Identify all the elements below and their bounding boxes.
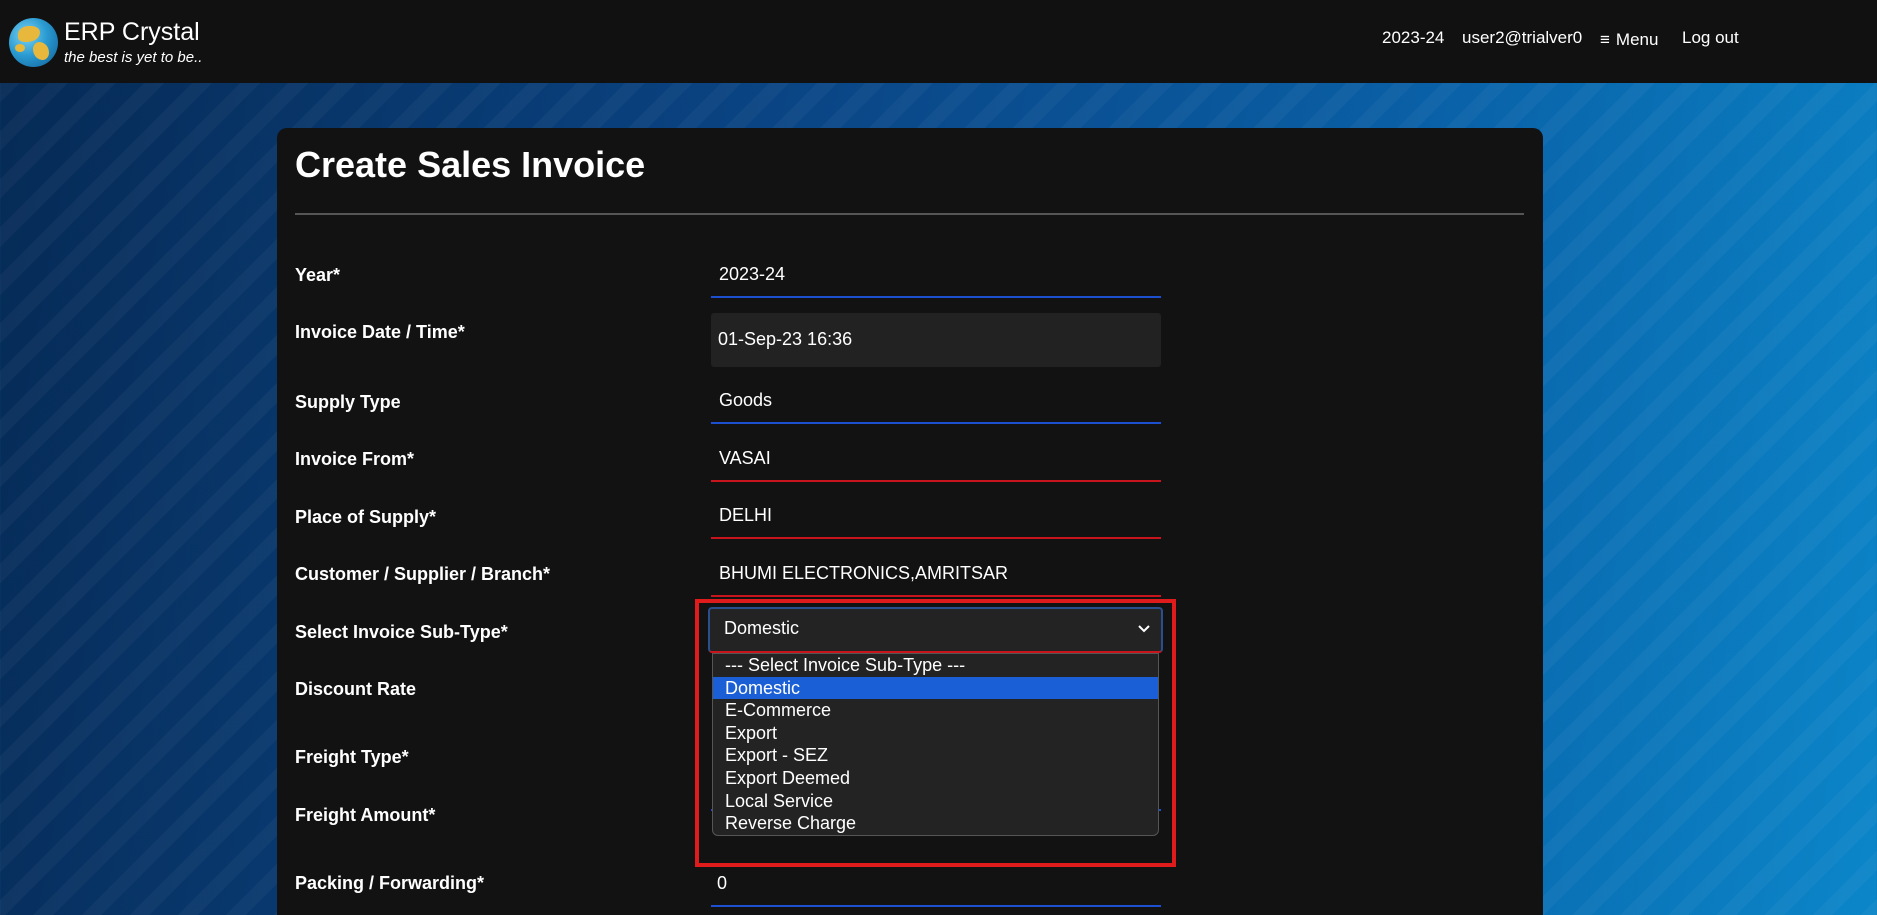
year-label: Year*	[295, 265, 341, 285]
brand-text: ERP Crystal the best is yet to be..	[64, 18, 203, 66]
discount-rate-label: Discount Rate	[295, 679, 417, 699]
hamburger-menu-icon: ≡	[1600, 30, 1610, 49]
invoice-subtype-label: Select Invoice Sub-Type*	[295, 622, 508, 642]
nav-user[interactable]: user2@trialver0	[1462, 28, 1582, 48]
place-of-supply-field[interactable]: DELHI	[711, 495, 1161, 539]
top-navbar: ERP Crystal the best is yet to be.. 2023…	[0, 0, 1877, 83]
invoice-date-field[interactable]: 01-Sep-23 16:36	[711, 313, 1161, 367]
packing-label: Packing / Forwarding*	[295, 873, 485, 893]
supply-type-field[interactable]: Goods	[711, 380, 1161, 424]
title-divider	[295, 213, 1524, 215]
brand-name: ERP Crystal	[64, 18, 200, 46]
nav-year[interactable]: 2023-24	[1382, 28, 1444, 48]
customer-field[interactable]: BHUMI ELECTRONICS,AMRITSAR	[711, 553, 1161, 597]
brand[interactable]: ERP Crystal the best is yet to be..	[9, 18, 202, 67]
page-title: Create Sales Invoice	[295, 144, 646, 185]
customer-label: Customer / Supplier / Branch*	[295, 564, 551, 584]
supply-type-label: Supply Type	[295, 392, 401, 412]
annotation-highlight-box	[695, 599, 1176, 867]
invoice-form-card: Create Sales Invoice Year* 2023-24 Invoi…	[277, 128, 1543, 915]
year-field[interactable]: 2023-24	[711, 254, 1161, 298]
brand-tagline: the best is yet to be..	[64, 49, 203, 66]
packing-field[interactable]: 0	[711, 863, 1161, 907]
freight-amount-label: Freight Amount*	[295, 805, 436, 825]
place-of-supply-label: Place of Supply*	[295, 507, 437, 527]
globe-logo-icon	[9, 18, 58, 67]
menu-button[interactable]: ≡ Menu	[1600, 30, 1658, 50]
invoice-date-label: Invoice Date / Time*	[295, 322, 465, 342]
invoice-from-label: Invoice From*	[295, 449, 415, 469]
logout-link[interactable]: Log out	[1682, 28, 1739, 48]
invoice-from-field[interactable]: VASAI	[711, 438, 1161, 482]
freight-type-label: Freight Type*	[295, 747, 409, 767]
menu-label: Menu	[1615, 30, 1659, 49]
